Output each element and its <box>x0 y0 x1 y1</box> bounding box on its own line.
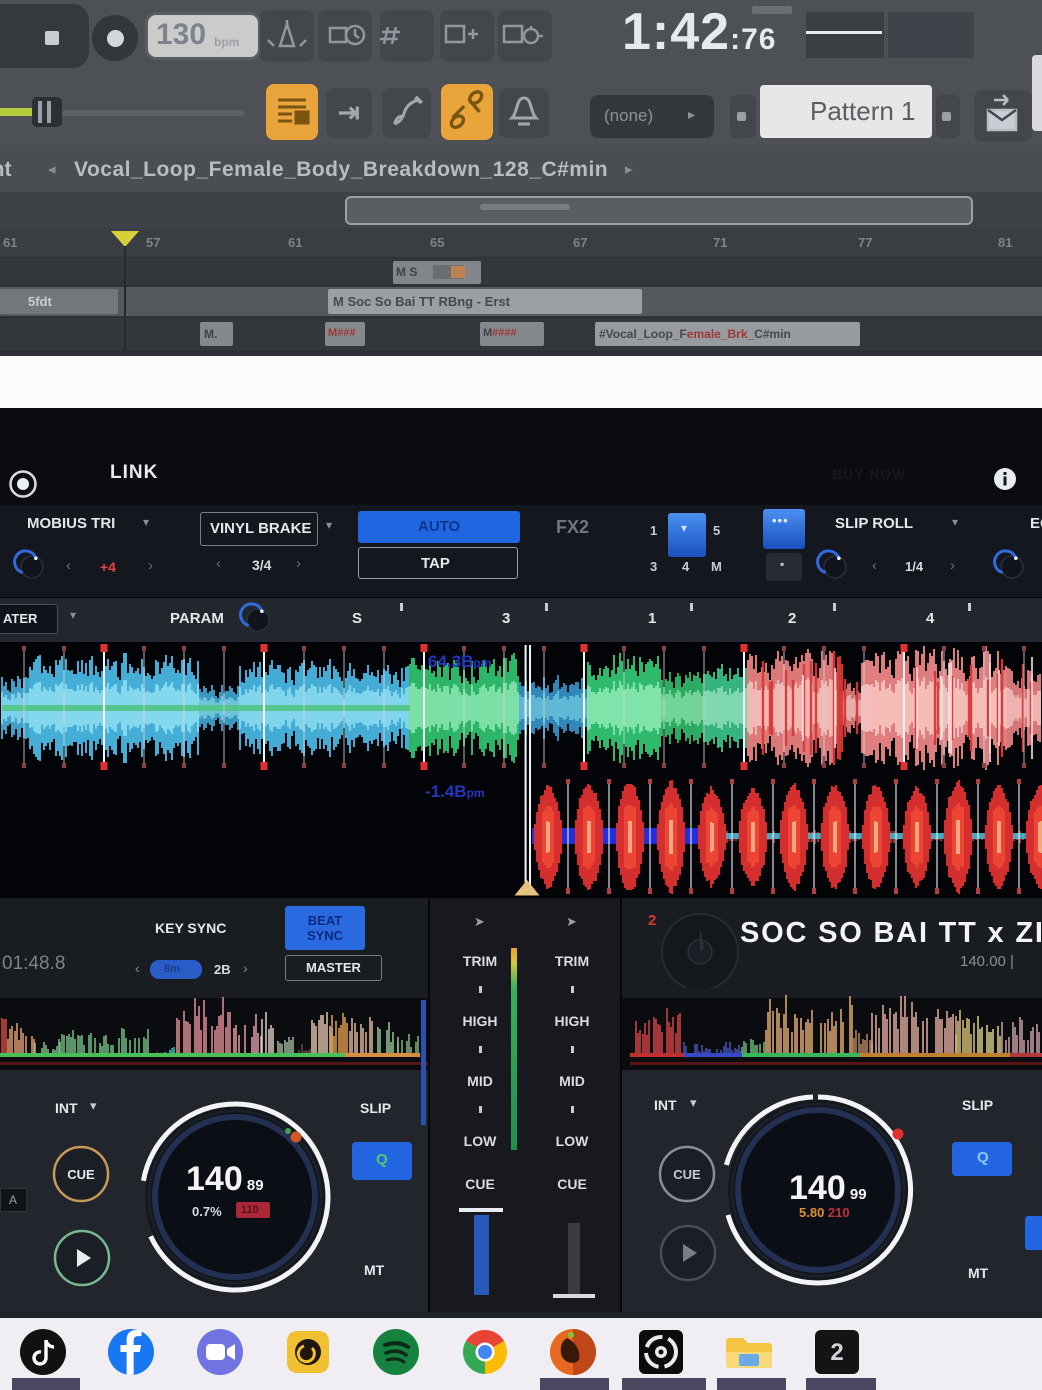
svg-text:2: 2 <box>830 1339 843 1366</box>
svg-text:CUE: CUE <box>673 1167 701 1182</box>
svg-text:CUE: CUE <box>67 1167 95 1182</box>
